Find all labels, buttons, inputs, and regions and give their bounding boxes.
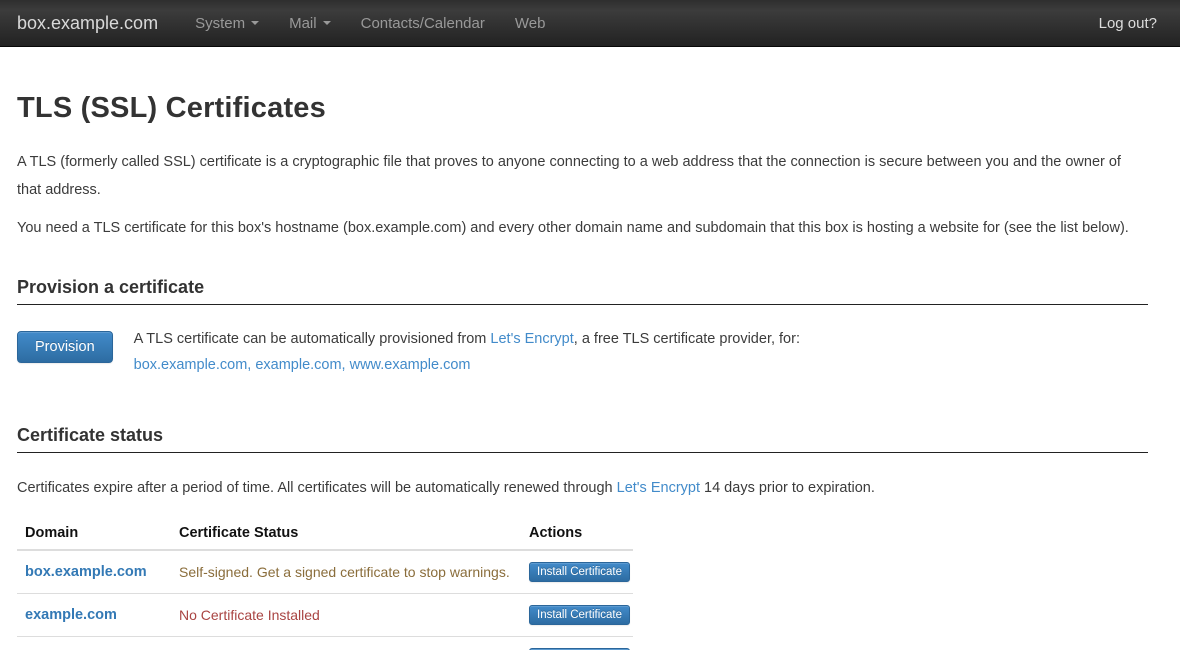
navbar-menu: System Mail Contacts/Calendar Web bbox=[180, 0, 560, 46]
certificate-table: DomainCertificate StatusActions box.exam… bbox=[17, 517, 633, 650]
domain-link[interactable]: box.example.com bbox=[25, 564, 147, 580]
main-content: TLS (SSL) Certificates A TLS (formerly c… bbox=[0, 92, 1180, 650]
lets-encrypt-link-2[interactable]: Let's Encrypt bbox=[617, 480, 700, 496]
provision-text: A TLS certificate can be automatically p… bbox=[134, 329, 800, 376]
domain-link[interactable]: example.com bbox=[25, 607, 117, 623]
provision-domains-list: box.example.com, example.com, www.exampl… bbox=[134, 355, 800, 376]
column-header-certificate-status: Certificate Status bbox=[171, 517, 521, 550]
certificate-status-text: No Certificate Installed bbox=[179, 607, 320, 623]
provision-row: Provision A TLS certificate can be autom… bbox=[17, 329, 1148, 376]
nav-item-mail[interactable]: Mail bbox=[274, 0, 346, 46]
nav-item-label: Mail bbox=[289, 15, 317, 32]
nav-item-contacts-calendar[interactable]: Contacts/Calendar bbox=[346, 0, 500, 46]
install-certificate-button[interactable]: Install Certificate bbox=[529, 605, 630, 625]
expiration-note-after: 14 days prior to expiration. bbox=[700, 480, 875, 496]
install-certificate-button[interactable]: Install Certificate bbox=[529, 562, 630, 582]
provision-text-after: , a free TLS certificate provider, for: bbox=[574, 331, 800, 347]
provision-description: A TLS certificate can be automatically p… bbox=[134, 329, 800, 350]
lets-encrypt-link[interactable]: Let's Encrypt bbox=[490, 331, 573, 347]
navbar-right: Log out? bbox=[1099, 15, 1180, 32]
navbar-brand[interactable]: box.example.com bbox=[17, 13, 158, 34]
intro-paragraph-2: You need a TLS certificate for this box'… bbox=[17, 214, 1148, 242]
column-header-actions: Actions bbox=[521, 517, 633, 550]
certificate-status-text: Self-signed. Get a signed certificate to… bbox=[179, 564, 510, 580]
nav-item-label: Web bbox=[515, 15, 546, 32]
provision-button[interactable]: Provision bbox=[17, 331, 113, 363]
certificate-status-heading: Certificate status bbox=[17, 425, 1148, 453]
caret-down-icon bbox=[251, 21, 259, 25]
provision-text-before: A TLS certificate can be automatically p… bbox=[134, 331, 491, 347]
caret-down-icon bbox=[323, 21, 331, 25]
column-header-domain: Domain bbox=[17, 517, 171, 550]
top-navbar: box.example.com System Mail Contacts/Calen… bbox=[0, 0, 1180, 47]
nav-item-web[interactable]: Web bbox=[500, 0, 561, 46]
expiration-note: Certificates expire after a period of ti… bbox=[17, 480, 1148, 496]
intro-paragraph-1: A TLS (formerly called SSL) certificate … bbox=[17, 148, 1148, 205]
nav-item-label: System bbox=[195, 15, 245, 32]
logout-link[interactable]: Log out? bbox=[1099, 15, 1157, 32]
provision-section-heading: Provision a certificate bbox=[17, 277, 1148, 305]
page-title: TLS (SSL) Certificates bbox=[17, 92, 1148, 125]
expiration-note-before: Certificates expire after a period of ti… bbox=[17, 480, 617, 496]
certificate-table-header-row: DomainCertificate StatusActions bbox=[17, 517, 633, 550]
nav-item-system[interactable]: System bbox=[180, 0, 274, 46]
table-row: www.example.comNo Certificate InstalledI… bbox=[17, 636, 633, 650]
table-row: box.example.com Self-signed. Get a signed… bbox=[17, 550, 633, 594]
nav-item-label: Contacts/Calendar bbox=[361, 15, 485, 32]
table-row: example.com No Certificate Installed Insta… bbox=[17, 593, 633, 636]
certificate-table-body: box.example.com Self-signed. Get a signed… bbox=[17, 550, 633, 650]
